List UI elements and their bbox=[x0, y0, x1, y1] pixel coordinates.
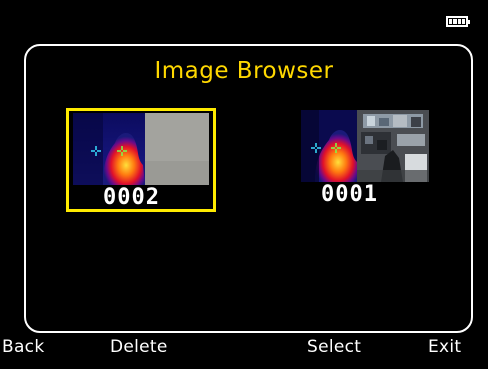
thumbnail-label: 0001 bbox=[321, 182, 378, 207]
softkey-bar: Back Delete Select Exit bbox=[0, 337, 488, 365]
back-softkey[interactable]: Back bbox=[2, 337, 44, 357]
thumbnail-item-0002[interactable]: 0002 bbox=[66, 108, 216, 212]
thumbnail-image bbox=[293, 110, 429, 182]
thumbnail-image bbox=[73, 113, 209, 185]
thumbnail-item-0001[interactable]: 0001 bbox=[289, 108, 439, 212]
select-softkey[interactable]: Select bbox=[307, 337, 361, 357]
exit-softkey[interactable]: Exit bbox=[428, 337, 461, 357]
thumbnail-label: 0002 bbox=[103, 185, 160, 210]
page-title: Image Browser bbox=[154, 58, 334, 84]
camera-screen: Image Browser 0002 0001 Back Delete Sele… bbox=[0, 0, 488, 369]
delete-softkey[interactable]: Delete bbox=[110, 337, 168, 357]
battery-icon bbox=[446, 16, 470, 27]
